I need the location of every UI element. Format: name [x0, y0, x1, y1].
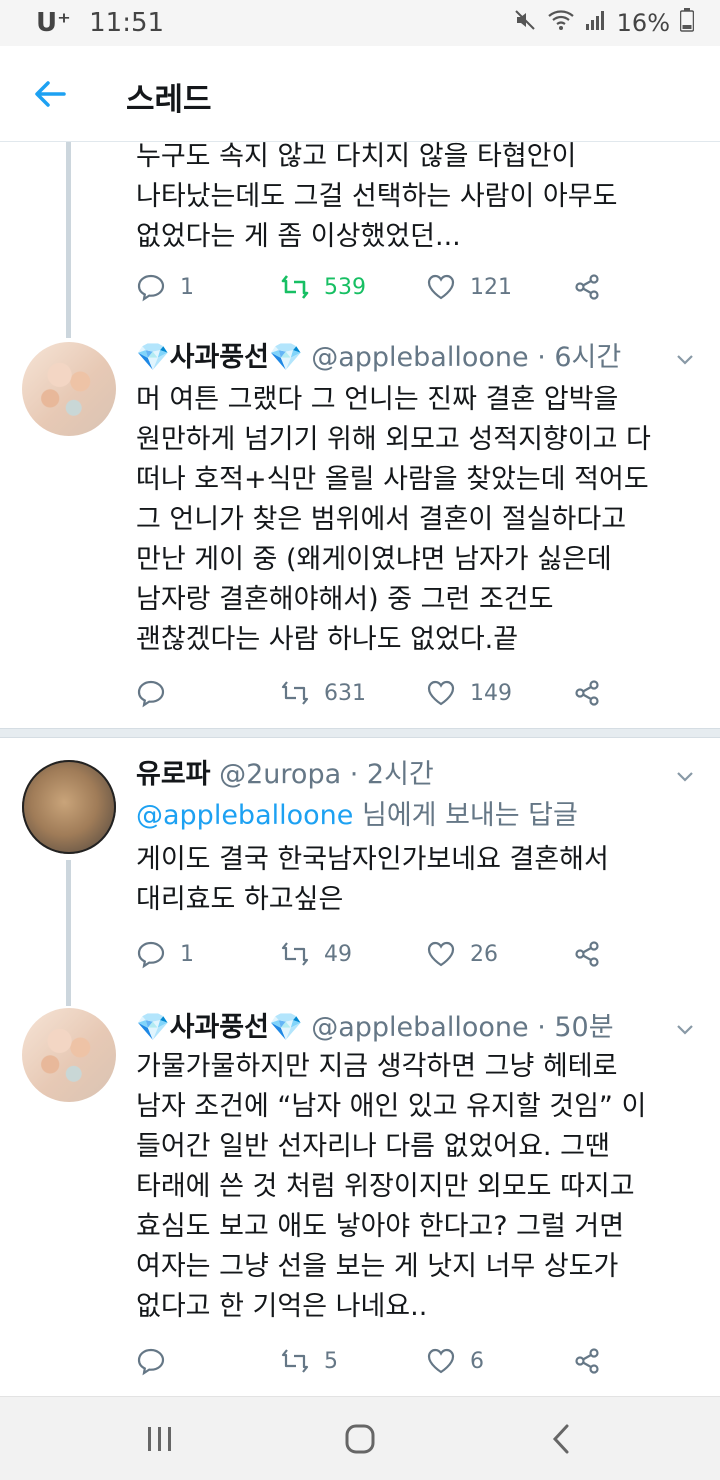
retweet-button[interactable]: 539	[280, 267, 366, 307]
thread-divider	[0, 728, 720, 738]
avatar[interactable]	[22, 1008, 116, 1102]
like-count: 6	[470, 1348, 484, 1374]
mute-icon	[513, 8, 537, 38]
retweet-icon	[281, 681, 309, 705]
timestamp: · 50분	[537, 1012, 614, 1043]
page-title: 스레드	[126, 82, 212, 118]
like-button[interactable]: 6	[426, 1341, 484, 1381]
retweet-button[interactable]: 5	[280, 1341, 338, 1381]
reply-button[interactable]	[136, 1341, 180, 1381]
user-handle[interactable]: @2uropa	[219, 759, 341, 790]
diamond-icon: 💎	[269, 342, 303, 373]
signal-icon	[585, 8, 607, 38]
carrier-label: U⁺	[36, 8, 71, 38]
share-button[interactable]	[572, 934, 602, 974]
reply-icon	[137, 274, 165, 302]
back-button[interactable]	[30, 74, 70, 114]
recent-apps-button[interactable]	[140, 1419, 180, 1459]
reply-icon	[137, 1348, 165, 1376]
reply-count: 1	[180, 941, 194, 967]
home-button[interactable]	[340, 1419, 380, 1459]
tweet-text[interactable]: 게이도 결국 한국남자인가보네요 결혼해서 대리효도 하고싶은	[136, 840, 696, 920]
clock: 11:51	[89, 8, 165, 38]
battery-percent: 16%	[616, 9, 670, 37]
chevron-down-icon[interactable]	[674, 348, 696, 370]
like-button[interactable]: 149	[426, 673, 512, 713]
share-icon	[575, 274, 599, 300]
like-button[interactable]: 26	[426, 934, 498, 974]
reply-count: 1	[180, 274, 194, 300]
timestamp: · 6시간	[537, 342, 622, 373]
heart-icon	[427, 1348, 455, 1374]
system-back-button[interactable]	[542, 1419, 582, 1459]
chevron-left-icon	[552, 1424, 569, 1454]
home-icon	[345, 1424, 375, 1454]
diamond-icon: 💎	[136, 1012, 170, 1043]
status-left: U⁺ 11:51	[36, 8, 164, 38]
share-icon	[575, 941, 599, 967]
avatar[interactable]	[22, 760, 116, 854]
tweet-actions: 1 539 121	[136, 267, 616, 307]
timestamp: · 2시간	[349, 759, 434, 790]
status-bar: U⁺ 11:51 16%	[0, 0, 720, 46]
heart-icon	[427, 941, 455, 967]
avatar[interactable]	[22, 342, 116, 436]
wifi-icon	[547, 8, 575, 38]
retweet-button[interactable]: 49	[280, 934, 352, 974]
display-name[interactable]: 사과풍선	[170, 342, 269, 373]
retweet-count: 539	[324, 274, 366, 300]
thread-line	[66, 142, 71, 338]
reply-icon	[137, 680, 165, 708]
retweet-icon	[281, 942, 309, 966]
tweet-text[interactable]: 머 여튼 그랬다 그 언니는 진짜 결혼 압박을 원만하게 넘기기 위해 외모고…	[136, 380, 696, 660]
tweet-header: 💎사과풍선💎 @appleballoone · 50분	[136, 1008, 614, 1048]
retweet-count: 631	[324, 680, 366, 706]
retweet-icon	[281, 1349, 309, 1373]
tweet-text[interactable]: 누구도 속지 않고 다치지 않을 타협안이 나타났는데도 그걸 선택하는 사람이…	[136, 137, 696, 257]
tweet-text[interactable]: 가물가물하지만 지금 생각하면 그냥 헤테로 남자 조건에 “남자 애인 있고 …	[136, 1047, 696, 1327]
thread-line	[66, 860, 71, 1006]
reply-mention-link[interactable]: @appleballoone	[136, 800, 353, 831]
reply-button[interactable]: 1	[136, 934, 194, 974]
tweet-header: 💎사과풍선💎 @appleballoone · 6시간	[136, 338, 621, 378]
heart-icon	[427, 274, 455, 300]
reply-context: @appleballoone 님에게 보내는 답글	[136, 796, 578, 836]
system-nav-bar	[0, 1396, 720, 1480]
diamond-icon: 💎	[269, 1012, 303, 1043]
retweet-count: 5	[324, 1348, 338, 1374]
retweet-icon	[281, 275, 309, 299]
display-name[interactable]: 사과풍선	[170, 1012, 269, 1043]
app-bar: 스레드	[0, 46, 720, 142]
retweet-count: 49	[324, 941, 352, 967]
share-button[interactable]	[572, 1341, 602, 1381]
chevron-down-icon[interactable]	[674, 1018, 696, 1040]
tweet-actions: 5 6	[136, 1341, 616, 1381]
heart-icon	[427, 680, 455, 706]
chevron-down-icon[interactable]	[674, 765, 696, 787]
arrow-left-icon	[35, 81, 66, 107]
status-right: 16%	[513, 8, 695, 38]
reply-button[interactable]: 1	[136, 267, 194, 307]
diamond-icon: 💎	[136, 342, 170, 373]
retweet-button[interactable]: 631	[280, 673, 366, 713]
like-button[interactable]: 121	[426, 267, 512, 307]
like-count: 149	[470, 680, 512, 706]
share-icon	[575, 680, 599, 706]
recent-apps-icon	[148, 1427, 171, 1451]
share-button[interactable]	[572, 673, 602, 713]
like-count: 26	[470, 941, 498, 967]
share-button[interactable]	[572, 267, 602, 307]
display-name[interactable]: 유로파	[136, 759, 211, 790]
like-count: 121	[470, 274, 512, 300]
reply-suffix: 님에게 보내는 답글	[353, 800, 578, 831]
tweet-actions: 631 149	[136, 673, 616, 713]
tweet-header: 유로파 @2uropa · 2시간	[136, 755, 434, 795]
reply-button[interactable]	[136, 673, 180, 713]
reply-icon	[137, 941, 165, 969]
battery-icon	[679, 8, 695, 38]
user-handle[interactable]: @appleballoone	[311, 1012, 528, 1043]
share-icon	[575, 1348, 599, 1374]
tweet-actions: 1 49 26	[136, 934, 616, 974]
user-handle[interactable]: @appleballoone	[311, 342, 528, 373]
